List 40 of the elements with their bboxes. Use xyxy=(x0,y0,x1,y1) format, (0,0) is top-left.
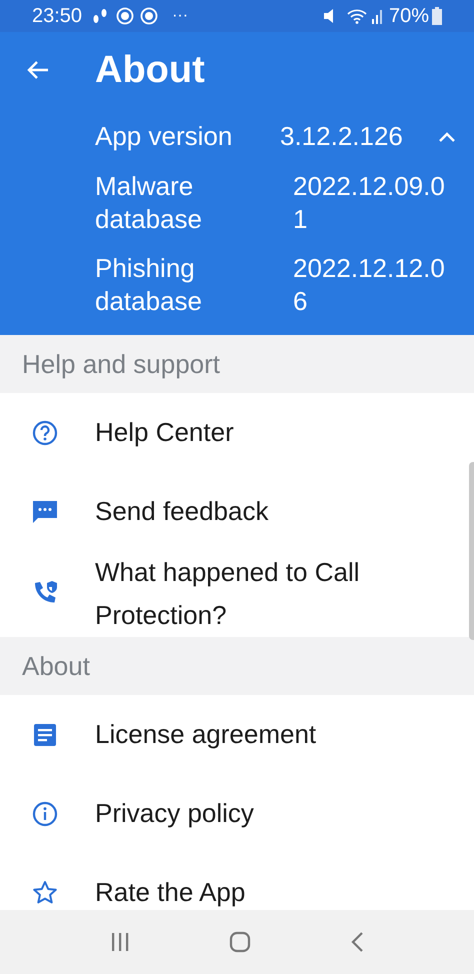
info-value: 3.12.2.126 xyxy=(280,120,404,153)
status-time: 23:50 xyxy=(32,4,82,29)
menu-item[interactable]: Send feedback xyxy=(0,472,466,551)
page-title: About xyxy=(95,48,205,92)
info-label: App version xyxy=(95,120,234,153)
wifi-icon xyxy=(346,8,367,24)
section-header: Help and support xyxy=(22,348,220,380)
info-label: Phishing database xyxy=(95,252,203,318)
circle-app-icon xyxy=(140,7,158,25)
item-label: Privacy policy xyxy=(95,797,254,830)
menu-item[interactable]: License agreement xyxy=(0,695,466,774)
chat-bubble-icon xyxy=(30,498,58,524)
menu-item[interactable]: Rate the App xyxy=(0,853,466,910)
back-icon[interactable] xyxy=(350,931,364,953)
item-label: Send feedback xyxy=(95,495,268,528)
circle-app-icon xyxy=(116,7,134,25)
signal-icon xyxy=(370,8,385,24)
menu-item[interactable]: Help Center xyxy=(0,393,466,472)
footprints-icon xyxy=(92,7,108,25)
item-label: License agreement xyxy=(95,718,316,751)
recent-apps-icon[interactable] xyxy=(110,932,130,952)
chevron-up-icon xyxy=(438,131,456,143)
item-label: What happened to Call Protection? xyxy=(95,556,361,632)
help-icon xyxy=(32,420,58,446)
section-header: About xyxy=(22,650,90,682)
info-icon xyxy=(32,800,58,826)
info-label: Malware database xyxy=(95,170,203,236)
item-label: Help Center xyxy=(95,416,234,449)
menu-item[interactable]: What happened to Call Protection? xyxy=(0,551,466,637)
battery-percent: 70% xyxy=(388,4,429,29)
star-icon xyxy=(32,880,58,906)
info-value: 2022.12.12.06 xyxy=(293,252,446,318)
back-arrow-icon xyxy=(26,60,50,80)
menu-item[interactable]: Privacy policy xyxy=(0,774,466,853)
more-notifications: ··· xyxy=(172,6,188,26)
battery-icon xyxy=(432,7,442,25)
home-icon[interactable] xyxy=(228,931,251,953)
document-icon xyxy=(32,722,56,746)
info-value: 2022.12.09.01 xyxy=(293,170,446,236)
item-label: Rate the App xyxy=(95,876,246,909)
